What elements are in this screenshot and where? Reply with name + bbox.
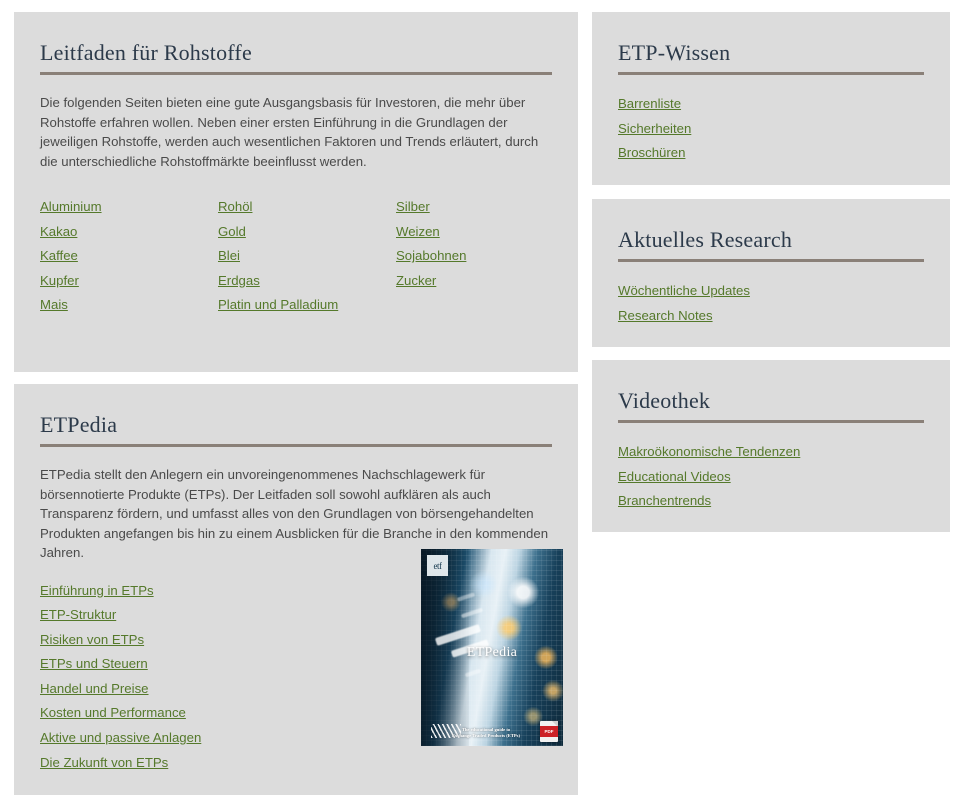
page-title-commodities: Leitfaden für Rohstoffe — [40, 40, 252, 65]
etpedia-link-einfuehrung-in-etps[interactable]: Einführung in ETPs — [40, 579, 420, 604]
commodity-link-zucker[interactable]: Zucker — [396, 269, 574, 294]
research-link-list: Wöchentliche Updates Research Notes — [618, 279, 969, 328]
commodity-link-silber[interactable]: Silber — [396, 195, 574, 220]
page-root: Leitfaden für Rohstoffe Die folgenden Se… — [0, 0, 969, 810]
cover-footer-line-1: The educational guide to — [461, 726, 511, 732]
commodity-link-mais[interactable]: Mais — [40, 293, 218, 318]
research-link-woechentliche-updates[interactable]: Wöchentliche Updates — [618, 279, 969, 304]
cover-title: ETPedia — [466, 645, 518, 660]
pdf-icon-band: PDF — [540, 726, 558, 737]
card-aktuelles-research: Aktuelles Research Wöchentliche Updates … — [592, 199, 950, 347]
etpedia-link-die-zukunft-von-etps[interactable]: Die Zukunft von ETPs — [40, 751, 420, 776]
title-divider — [618, 259, 924, 262]
etpedia-link-kosten-und-performance[interactable]: Kosten und Performance — [40, 701, 420, 726]
videothek-link-makrooekonomische-tendenzen[interactable]: Makroökonomische Tendenzen — [618, 440, 969, 465]
intro-paragraph-etpedia: ETPedia stellt den Anlegern ein unvorein… — [40, 467, 549, 560]
etpedia-link-handel-und-preise[interactable]: Handel und Preise — [40, 677, 420, 702]
commodity-link-rohoel[interactable]: Rohöl — [218, 195, 396, 220]
etp-wissen-link-broschueren[interactable]: Broschüren — [618, 141, 969, 166]
etpedia-link-aktive-und-passive-anlagen[interactable]: Aktive und passive Anlagen — [40, 726, 420, 751]
commodity-link-platin-und-palladium[interactable]: Platin und Palladium — [218, 293, 396, 318]
etpedia-link-risiken-von-etps[interactable]: Risiken von ETPs — [40, 628, 420, 653]
card-videothek: Videothek Makroökonomische Tendenzen Edu… — [592, 360, 950, 532]
etpedia-cover-thumbnail[interactable]: etf ETPedia The educational guide to Exc… — [421, 549, 563, 746]
research-link-research-notes[interactable]: Research Notes — [618, 304, 969, 329]
etp-wissen-link-sicherheiten[interactable]: Sicherheiten — [618, 117, 969, 142]
title-divider — [618, 72, 924, 75]
page-title-etpedia: ETPedia — [40, 412, 118, 437]
intro-paragraph-commodities: Die folgenden Seiten bieten eine gute Au… — [40, 95, 539, 169]
card-leitfaden-fuer-rohstoffe: Leitfaden für Rohstoffe Die folgenden Se… — [14, 12, 578, 372]
title-divider — [40, 444, 552, 447]
commodity-link-sojabohnen[interactable]: Sojabohnen — [396, 244, 574, 269]
etpedia-link-list: Einführung in ETPs ETP-Struktur Risiken … — [40, 579, 420, 776]
etpedia-link-etp-struktur[interactable]: ETP-Struktur — [40, 603, 420, 628]
etp-wissen-link-barrenliste[interactable]: Barrenliste — [618, 92, 969, 117]
commodity-link-blei[interactable]: Blei — [218, 244, 396, 269]
etpedia-link-etps-und-steuern[interactable]: ETPs und Steuern — [40, 652, 420, 677]
cover-footer-line-2: Exchange Traded Products (ETPs) — [451, 732, 521, 738]
page-title-aktuelles-research: Aktuelles Research — [618, 227, 793, 252]
cover-logo-icon: etf — [427, 555, 448, 576]
title-divider — [618, 420, 924, 423]
card-etp-wissen: ETP-Wissen Barrenliste Sicherheiten Bros… — [592, 12, 950, 185]
pdf-file-icon: PDF — [540, 721, 558, 742]
videothek-link-branchentrends[interactable]: Branchentrends — [618, 489, 969, 514]
pdf-icon-label: PDF — [544, 729, 554, 734]
commodity-link-erdgas[interactable]: Erdgas — [218, 269, 396, 294]
page-title-videothek: Videothek — [618, 388, 711, 413]
commodity-link-grid: Aluminium Rohöl Silber Kakao Gold Weizen… — [40, 195, 552, 318]
commodity-link-weizen[interactable]: Weizen — [396, 220, 574, 245]
commodity-link-gold[interactable]: Gold — [218, 220, 396, 245]
commodity-link-aluminium[interactable]: Aluminium — [40, 195, 218, 220]
commodity-link-kupfer[interactable]: Kupfer — [40, 269, 218, 294]
videothek-link-list: Makroökonomische Tendenzen Educational V… — [618, 440, 969, 514]
page-title-etp-wissen: ETP-Wissen — [618, 40, 731, 65]
videothek-link-educational-videos[interactable]: Educational Videos — [618, 465, 969, 490]
title-divider — [40, 72, 552, 75]
commodity-link-kaffee[interactable]: Kaffee — [40, 244, 218, 269]
etp-wissen-link-list: Barrenliste Sicherheiten Broschüren — [618, 92, 969, 166]
commodity-grid-empty-cell — [396, 293, 574, 318]
commodity-link-kakao[interactable]: Kakao — [40, 220, 218, 245]
